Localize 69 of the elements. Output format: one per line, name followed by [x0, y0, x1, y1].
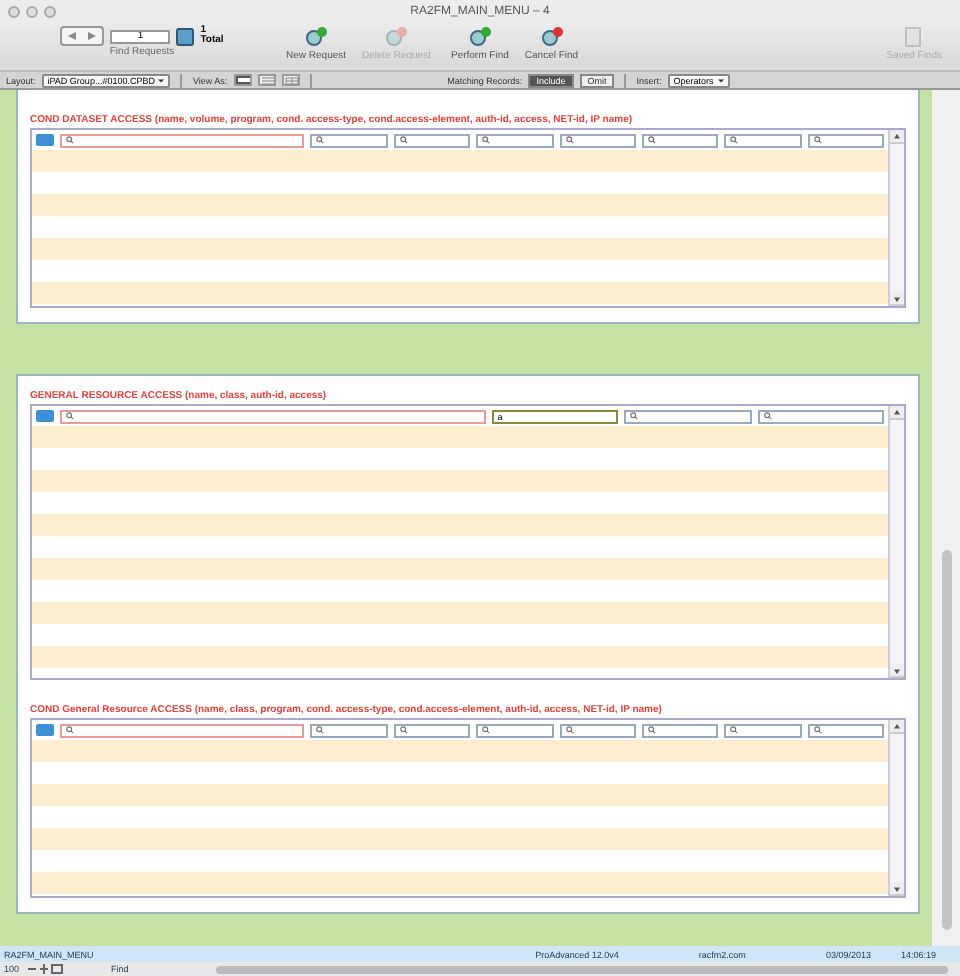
info-button[interactable] — [36, 410, 54, 422]
search-icon — [66, 136, 74, 144]
right-triangle-icon — [88, 32, 97, 40]
caret-icon — [158, 77, 165, 83]
info-button[interactable] — [36, 724, 54, 736]
search-field[interactable] — [393, 133, 471, 147]
search-icon — [565, 726, 574, 734]
portal-scrollbar[interactable] — [888, 720, 904, 896]
search-icon — [813, 726, 822, 734]
search-icon — [763, 412, 772, 420]
down-arrow-icon — [894, 667, 900, 673]
search-field[interactable] — [476, 133, 554, 147]
up-arrow-icon — [894, 723, 900, 729]
up-arrow-icon — [894, 133, 900, 139]
search-field[interactable] — [807, 133, 884, 147]
search-icon — [565, 136, 574, 144]
search-icon — [730, 726, 739, 734]
search-icon — [316, 726, 325, 734]
search-field[interactable] — [807, 723, 884, 737]
search-field[interactable] — [641, 133, 719, 147]
down-arrow-icon — [894, 885, 900, 891]
search-icon — [813, 136, 822, 144]
record-navigation[interactable] — [60, 26, 105, 46]
search-field[interactable] — [757, 409, 884, 423]
search-field[interactable] — [559, 723, 636, 737]
search-field[interactable] — [476, 723, 554, 737]
minimize-button[interactable] — [26, 5, 38, 17]
search-icon — [66, 412, 74, 420]
perform-find-icon — [467, 26, 492, 48]
down-arrow-icon — [894, 295, 900, 301]
search-icon — [482, 726, 491, 734]
zoom-button[interactable] — [44, 5, 56, 17]
record-icon — [176, 27, 195, 45]
close-button[interactable] — [8, 5, 20, 17]
search-icon — [399, 136, 408, 144]
left-triangle-icon — [68, 32, 77, 40]
search-field[interactable] — [641, 723, 719, 737]
search-field[interactable] — [724, 133, 802, 147]
search-icon — [399, 726, 408, 734]
form-view-button[interactable] — [233, 74, 252, 86]
horizontal-scrollbar[interactable] — [216, 965, 948, 973]
search-icon — [730, 136, 739, 144]
caret-icon — [717, 77, 724, 83]
cancel-find-icon — [539, 26, 564, 48]
search-field[interactable] — [559, 133, 636, 147]
search-field[interactable] — [60, 133, 305, 147]
search-icon — [482, 136, 491, 144]
search-icon — [647, 726, 656, 734]
search-icon — [316, 136, 325, 144]
search-field[interactable] — [624, 409, 752, 423]
table-view-button[interactable] — [281, 74, 300, 86]
search-field[interactable] — [393, 723, 471, 737]
delete-request-icon — [384, 26, 409, 48]
search-field[interactable] — [724, 723, 802, 737]
up-arrow-icon — [894, 409, 900, 415]
search-icon — [647, 136, 656, 144]
zoom-controls-icon[interactable] — [27, 964, 64, 974]
scrollbar-thumb[interactable] — [941, 550, 951, 930]
search-icon — [630, 412, 639, 420]
search-field[interactable] — [310, 133, 388, 147]
portal-scrollbar[interactable] — [888, 406, 904, 678]
info-button[interactable] — [36, 134, 54, 146]
search-icon — [66, 726, 74, 734]
saved-finds-icon — [904, 26, 925, 48]
search-field[interactable] — [310, 723, 388, 737]
search-field[interactable] — [60, 409, 486, 423]
add-request-icon — [304, 26, 328, 48]
portal-scrollbar[interactable] — [888, 130, 904, 306]
search-field[interactable] — [60, 723, 305, 737]
